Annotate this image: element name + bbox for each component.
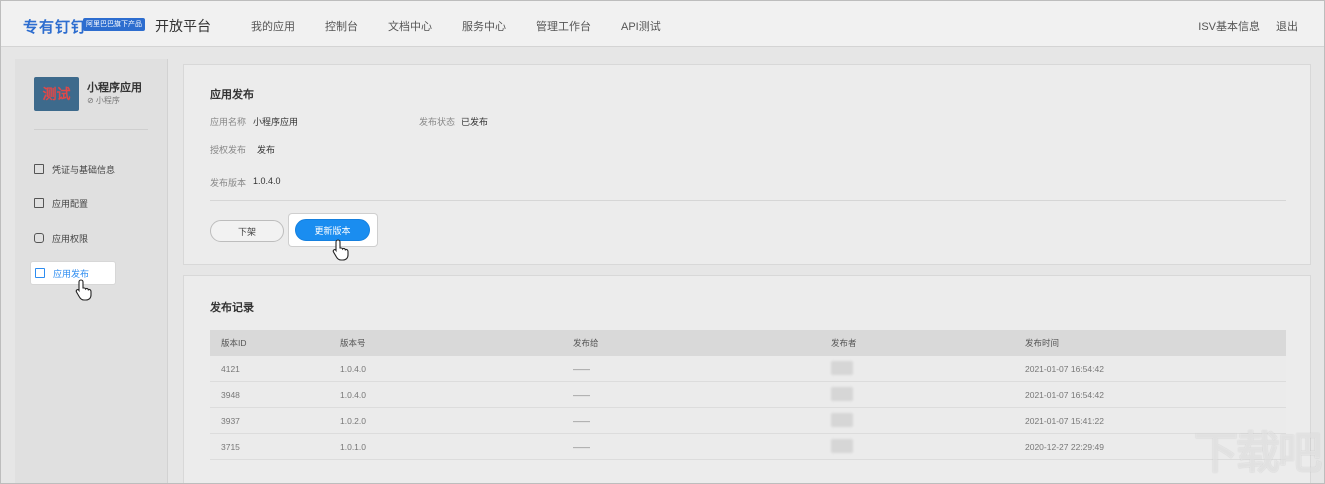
blurred-avatar	[831, 386, 853, 401]
table-row: 3937 1.0.2.0 —— 2021-01-07 15:41:22	[210, 408, 1286, 434]
main-nav: 我的应用 控制台 文档中心 服务中心 管理工作台 API测试	[251, 18, 691, 34]
cell-version: 1.0.1.0	[340, 441, 366, 452]
cell-target: ——	[573, 389, 590, 400]
sidebar-item-publish[interactable]: 应用发布	[31, 262, 115, 284]
top-navigation-bar: 专有钉钉 阿里巴巴旗下产品 开放平台 我的应用 控制台 文档中心 服务中心 管理…	[1, 1, 1324, 47]
cell-id: 3937	[221, 415, 240, 426]
version-label: 发布版本	[210, 178, 247, 188]
records-table: 版本ID 版本号 发布给 发布者 发布时间 4121 1.0.4.0 —— 20…	[210, 330, 1286, 460]
publish-icon	[35, 268, 45, 278]
nav-item-my-apps[interactable]: 我的应用	[251, 18, 295, 34]
table-row: 3948 1.0.4.0 —— 2021-01-07 16:54:42	[210, 382, 1286, 408]
isv-info-link[interactable]: ISV基本信息	[1198, 18, 1260, 34]
nav-item-api-test[interactable]: API测试	[621, 18, 661, 34]
cell-version: 1.0.4.0	[340, 363, 366, 374]
app-type: ⊘ 小程序	[87, 96, 120, 105]
nav-item-services[interactable]: 服务中心	[462, 18, 506, 34]
version-value: 1.0.4.0	[253, 176, 281, 186]
blurred-avatar	[831, 360, 853, 375]
cell-publisher	[831, 386, 1025, 403]
nav-item-console[interactable]: 控制台	[325, 18, 358, 34]
cell-publisher	[831, 438, 1025, 455]
app-name-label: 应用名称	[210, 117, 247, 127]
cell-publisher	[831, 360, 1025, 377]
cell-target: ——	[573, 363, 590, 374]
table-header: 版本ID 版本号 发布给 发布者 发布时间	[210, 330, 1286, 356]
app-name-value: 小程序应用	[253, 117, 299, 127]
column-header: 发布给	[573, 338, 599, 348]
hand-pointer-icon	[75, 279, 92, 301]
platform-title[interactable]: 开放平台	[155, 16, 211, 36]
auth-label: 授权发布	[210, 145, 247, 155]
sidebar-item-credentials[interactable]: 凭证与基础信息	[34, 158, 115, 180]
cell-target: ——	[573, 415, 590, 426]
section-divider	[210, 200, 1286, 201]
auth-value: 发布	[257, 145, 276, 155]
brand-tag: 阿里巴巴旗下产品	[83, 18, 145, 31]
cell-version: 1.0.4.0	[340, 389, 366, 400]
cell-id: 3948	[221, 389, 240, 400]
status-label: 发布状态	[419, 117, 456, 127]
brand-logo[interactable]: 专有钉钉	[23, 16, 87, 37]
blurred-avatar	[831, 438, 853, 453]
sidebar: 测试 小程序应用 ⊘ 小程序 凭证与基础信息 应用配置 应用权限 应用发布	[15, 59, 168, 483]
sidebar-item-label: 应用权限	[52, 233, 89, 244]
table-row: 3715 1.0.1.0 —— 2020-12-27 22:29:49	[210, 434, 1286, 460]
cell-version: 1.0.2.0	[340, 415, 366, 426]
update-version-button[interactable]: 更新版本	[295, 219, 370, 241]
cell-time: 2021-01-07 16:54:42	[1025, 389, 1104, 400]
app-icon: 测试	[34, 77, 79, 111]
config-icon	[34, 198, 44, 208]
lock-icon	[34, 233, 44, 243]
app-name: 小程序应用	[87, 82, 142, 94]
sidebar-item-label: 应用发布	[53, 268, 90, 279]
column-header: 发布者	[831, 338, 857, 348]
blurred-avatar	[831, 412, 853, 427]
sidebar-item-config[interactable]: 应用配置	[34, 192, 88, 214]
sidebar-item-permissions[interactable]: 应用权限	[34, 227, 88, 249]
nav-item-docs[interactable]: 文档中心	[388, 18, 432, 34]
unpublish-button[interactable]: 下架	[210, 220, 284, 242]
watermark: 下载吧	[1194, 428, 1322, 479]
app-window: 专有钉钉 阿里巴巴旗下产品 开放平台 我的应用 控制台 文档中心 服务中心 管理…	[0, 0, 1325, 484]
hand-pointer-icon	[332, 239, 349, 261]
publish-card: 应用发布 应用名称 小程序应用 发布状态 已发布 授权发布 发布 发布版本 1.…	[183, 64, 1311, 265]
publish-title: 应用发布	[210, 89, 254, 101]
logout-link[interactable]: 退出	[1276, 18, 1298, 34]
cell-publisher	[831, 412, 1025, 429]
nav-item-admin[interactable]: 管理工作台	[536, 18, 591, 34]
table-row: 4121 1.0.4.0 —— 2021-01-07 16:54:42	[210, 356, 1286, 382]
cell-id: 3715	[221, 441, 240, 452]
cell-target: ——	[573, 441, 590, 452]
cell-id: 4121	[221, 363, 240, 374]
header-right-links: ISV基本信息 退出	[1198, 18, 1298, 34]
records-card: 发布记录 版本ID 版本号 发布给 发布者 发布时间 4121 1.0.4.0 …	[183, 275, 1311, 483]
status-value: 已发布	[461, 117, 489, 127]
sidebar-divider	[34, 129, 148, 130]
column-header: 发布时间	[1025, 338, 1060, 348]
document-icon	[34, 164, 44, 174]
column-header: 版本号	[340, 338, 366, 348]
column-header: 版本ID	[221, 338, 247, 348]
records-title: 发布记录	[210, 302, 254, 314]
sidebar-item-label: 凭证与基础信息	[52, 164, 116, 175]
sidebar-item-label: 应用配置	[52, 198, 89, 209]
cell-time: 2021-01-07 16:54:42	[1025, 363, 1104, 374]
